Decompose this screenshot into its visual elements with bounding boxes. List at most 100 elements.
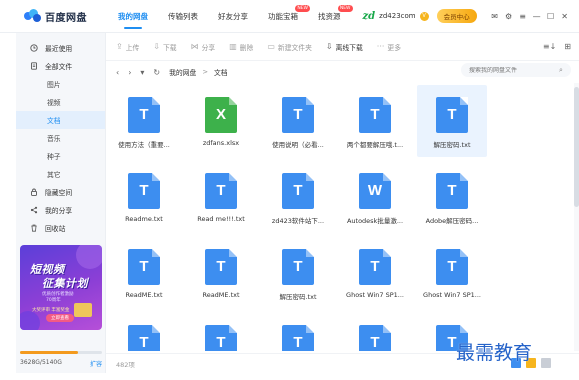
view-toggle-icon[interactable]: ⊞	[564, 42, 571, 51]
sidebar-subitem-2[interactable]: 文档	[16, 111, 105, 129]
search-input[interactable]	[469, 66, 559, 74]
file-item[interactable]: T Ghost Win7 SP1...	[417, 237, 487, 309]
file-item[interactable]: T	[109, 313, 179, 351]
toolbar-button-6[interactable]: ··· 更多	[377, 42, 401, 52]
text-file-icon: T	[128, 325, 160, 351]
toolbar-button-1[interactable]: ⇩ 下载	[153, 42, 176, 52]
file-type-letter: T	[447, 106, 457, 123]
page-fold	[383, 325, 391, 333]
sidebar-subitem-1[interactable]: 视频	[16, 93, 105, 111]
sidebar-item-all-files[interactable]: 全部文件	[16, 57, 105, 75]
forward-icon[interactable]: ›	[128, 68, 131, 77]
file-type-letter: T	[293, 182, 303, 199]
sidebar-item-label: 我的分享	[45, 207, 73, 215]
sidebar-subitem-0[interactable]: 图片	[16, 75, 105, 93]
history-dropdown-icon[interactable]: ▾	[140, 68, 144, 77]
scrollbar[interactable]	[574, 83, 579, 351]
file-name: zd423软件站下...	[271, 217, 325, 225]
file-item[interactable]: T 解压密码.txt	[263, 237, 333, 309]
sidebar-item-hidden-space[interactable]: 隐藏空间	[16, 183, 105, 201]
expand-storage-link[interactable]: 扩容	[90, 359, 102, 368]
settings-icon[interactable]: ⚙	[503, 12, 515, 21]
file-item[interactable]: T Ghost Win7 SP1...	[340, 237, 410, 309]
file-name: 使用说明（必看...	[272, 141, 324, 149]
sidebar-item-recycle-bin[interactable]: 回收站	[16, 219, 105, 237]
file-name: 解压密码.txt	[279, 293, 317, 301]
refresh-icon[interactable]: ↻	[153, 68, 160, 77]
scrollbar-thumb[interactable]	[574, 87, 579, 207]
page-fold	[383, 173, 391, 181]
toolbar-button-icon: ···	[376, 42, 385, 51]
sort-icon[interactable]: ≡↓	[543, 42, 556, 51]
sidebar-subitem-4[interactable]: 种子	[16, 147, 105, 165]
promo-banner[interactable]: 短视频 征集计划 优质创作者激励 70周年 大奖评审 丰富奖金 立即查看	[20, 245, 102, 330]
word-file-icon: W	[359, 173, 391, 209]
vip-badge-icon[interactable]: V	[419, 11, 429, 21]
file-type-letter: X	[215, 106, 226, 123]
file-type-letter: T	[293, 106, 303, 123]
toolbar-button-0[interactable]: ⇪ 上传	[116, 42, 139, 52]
app-logo[interactable]: 百度网盘	[24, 9, 112, 24]
minimize-button[interactable]: —	[531, 12, 543, 21]
breadcrumb-root[interactable]: 我的网盘	[169, 67, 196, 77]
file-item[interactable]: T	[340, 313, 410, 351]
file-item[interactable]: T 使用方法（重要...	[109, 85, 179, 157]
file-item[interactable]: T	[186, 313, 256, 351]
toolbar-button-4[interactable]: ▭ 新建文件夹	[267, 42, 312, 52]
file-item[interactable]: Xzdfans.xlsx	[186, 85, 256, 157]
file-name: ReadME.txt	[125, 291, 163, 299]
file-type-letter: T	[370, 258, 380, 275]
page-fold	[306, 325, 314, 333]
nav-tab-0[interactable]: 我的网盘	[118, 0, 148, 33]
toolbar-button-2[interactable]: ⋈ 分享	[191, 42, 216, 52]
file-item[interactable]: T Readme.txt	[109, 161, 179, 233]
file-item[interactable]: Tzd423软件站下...	[263, 161, 333, 233]
file-item[interactable]: T Read me!!!.txt	[186, 161, 256, 233]
back-icon[interactable]: ‹	[116, 68, 119, 77]
text-file-icon: T	[282, 173, 314, 209]
breadcrumb-current[interactable]: 文档	[214, 67, 228, 77]
search-icon[interactable]: ⌕	[559, 66, 563, 75]
nav-tab-3[interactable]: 功能宝箱 NEW	[268, 0, 310, 33]
page-fold	[152, 325, 160, 333]
search-box[interactable]: ⌕	[461, 63, 571, 77]
promo-view-button[interactable]: 立即查看	[46, 314, 74, 322]
maximize-button[interactable]: ☐	[545, 12, 557, 21]
member-center-button[interactable]: 会员中心	[436, 9, 477, 23]
page-fold	[229, 249, 237, 257]
toolbar-button-3[interactable]: ▥ 删除	[229, 42, 253, 52]
file-item[interactable]: T Adobe解压密码...	[417, 161, 487, 233]
close-button[interactable]: ✕	[559, 12, 571, 21]
nav-tab-4[interactable]: 找资源 NEW	[318, 0, 353, 33]
username[interactable]: zd423com	[379, 12, 415, 20]
window-controls: ✉ ⚙ ≡ — ☐ ✕	[487, 12, 571, 21]
file-item[interactable]: T ReadME.txt	[186, 237, 256, 309]
file-type-letter: T	[447, 258, 457, 275]
page-fold	[460, 249, 468, 257]
text-file-icon: T	[359, 249, 391, 285]
list-view-icon[interactable]	[541, 358, 551, 368]
toolbar-button-icon: ▥	[229, 42, 237, 51]
text-file-icon: T	[128, 97, 160, 133]
user-logo[interactable]: zd	[363, 11, 376, 22]
storage-quota-bar	[20, 351, 102, 354]
sidebar-subitem-5[interactable]: 其它	[16, 165, 105, 183]
toolbar-button-5[interactable]: ⇩ 离线下载	[326, 42, 363, 52]
sidebar-item-recent[interactable]: 最近使用	[16, 39, 105, 57]
sidebar-subitem-3[interactable]: 音乐	[16, 129, 105, 147]
cloud-logo-icon	[24, 9, 41, 23]
file-item[interactable]: W Autodesk批量激...	[340, 161, 410, 233]
file-item[interactable]: T 解压密码.txt	[417, 85, 487, 157]
file-name: 两个都要解压哦.t...	[346, 141, 404, 149]
file-item[interactable]: T 使用说明（必看...	[263, 85, 333, 157]
nav-tab-2[interactable]: 好友分享	[218, 0, 248, 33]
toolbar-button-icon: ⇩	[153, 42, 160, 51]
sidebar-item-my-share[interactable]: 我的分享	[16, 201, 105, 219]
mail-icon[interactable]: ✉	[489, 12, 501, 21]
file-item[interactable]: T 两个都要解压哦.t...	[340, 85, 410, 157]
menu-icon[interactable]: ≡	[517, 12, 529, 21]
toolbar-button-label: 更多	[387, 43, 402, 52]
nav-tab-1[interactable]: 传输列表	[168, 0, 198, 33]
file-item[interactable]: T	[263, 313, 333, 351]
file-item[interactable]: T ReadME.txt	[109, 237, 179, 309]
